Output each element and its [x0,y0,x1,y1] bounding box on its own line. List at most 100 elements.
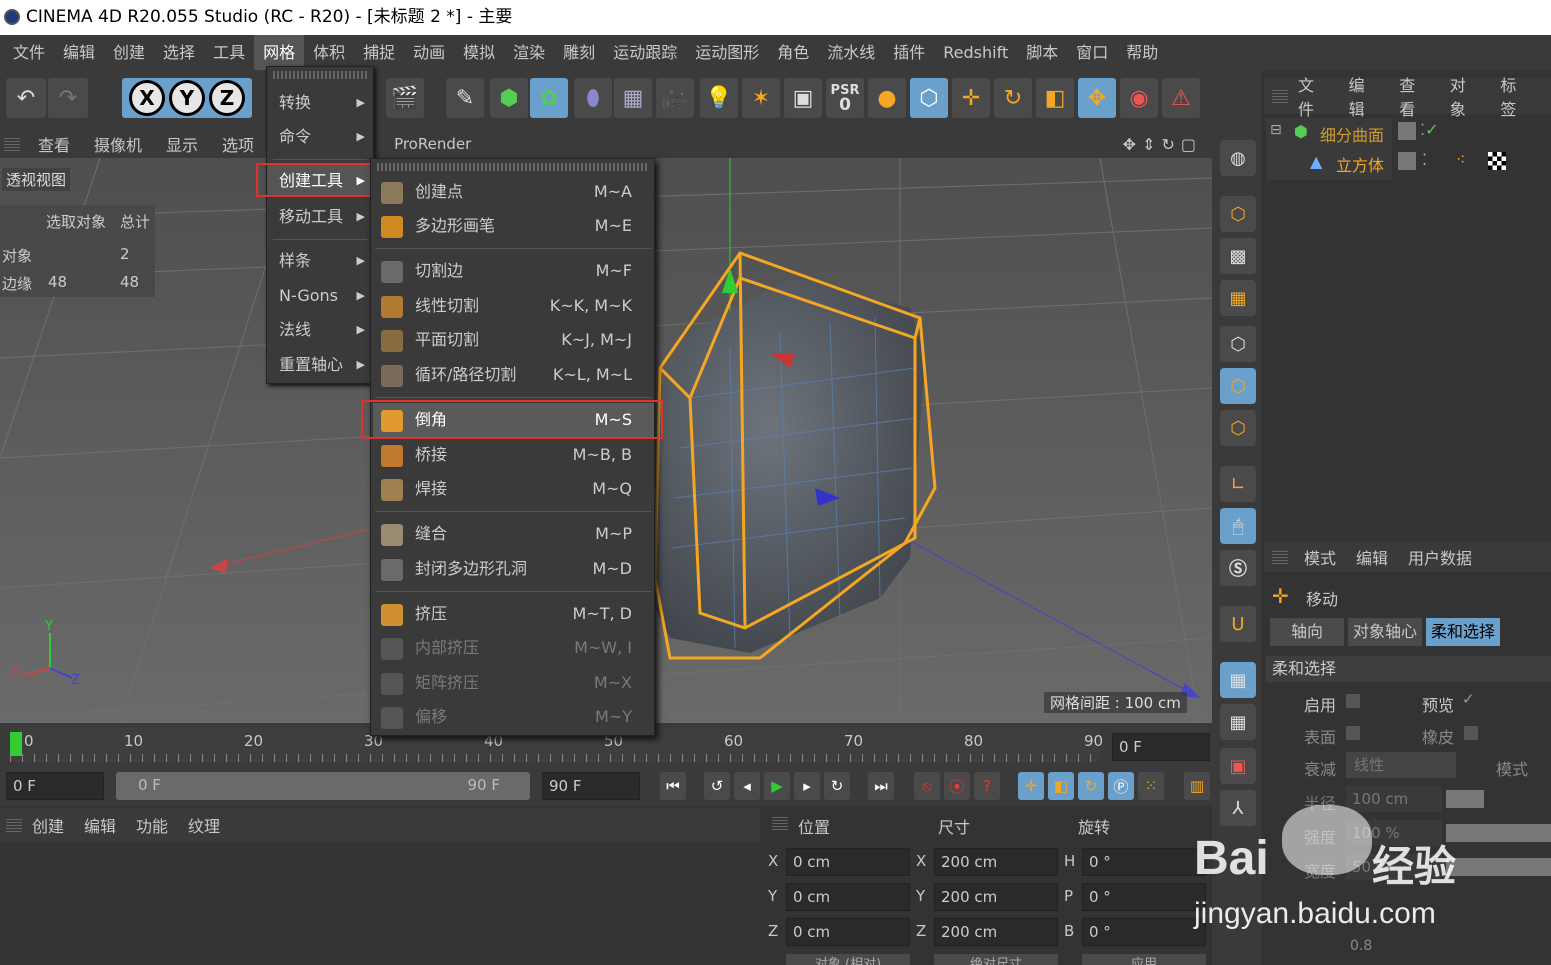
polygons-mode-icon[interactable]: ⬡ [1220,410,1256,446]
visibility-dots-icon[interactable]: ⁚ [1422,150,1427,169]
y-axis-lock-icon[interactable]: Y [169,80,205,116]
tearoff-handle[interactable] [273,71,367,79]
workplane-align-icon[interactable]: ▦ [1220,704,1256,740]
coord-size-z-field[interactable]: 200 cm [934,918,1058,946]
playhead[interactable] [10,732,22,756]
z-axis-lock-icon[interactable]: Z [209,80,245,116]
menu-script[interactable]: 脚本 [1017,35,1067,70]
autokey-icon[interactable]: ⦿ [944,772,970,800]
end-frame-field[interactable]: 90 F [542,772,640,800]
tool-loop-path-cut[interactable]: 循环/路径切割 K~L, M~L [373,358,654,392]
tweak-mode-icon[interactable]: 🖱 [1220,508,1256,544]
prev-frame-icon[interactable]: ◂ [734,772,760,800]
tool-weld[interactable]: 焊接 M~Q [373,472,654,506]
current-frame-field[interactable]: 0 F [1112,733,1210,761]
tool-close-polygon-hole[interactable]: 封闭多边形孔洞 M~D [373,552,654,586]
menu-pipeline[interactable]: 流水线 [818,35,884,70]
camera-icon[interactable]: 🎥 [656,78,694,118]
mesh-menu-normals[interactable]: 法线 ▶ [267,314,373,346]
tool-create-point[interactable]: 创建点 M~A [373,175,654,209]
tool-polygon-pen[interactable]: 多边形画笔 M~E [373,209,654,243]
menu-file[interactable]: 文件 [4,35,54,70]
menu-character[interactable]: 角色 [768,35,818,70]
coord-pos-x-field[interactable]: 0 cm [786,848,910,876]
next-key-icon[interactable]: ↻ [824,772,850,800]
mat-menu-create[interactable]: 创建 [32,813,64,837]
attr-menu-userdata[interactable]: 用户数据 [1408,545,1472,569]
key-rotation-icon[interactable]: ↻ [1078,772,1104,800]
solo-icon[interactable]: Ⓢ [1220,550,1256,586]
keyframe-selection-icon[interactable]: ? [974,772,1000,800]
render-settings-icon[interactable]: 🎬 [386,78,424,118]
prev-key-icon[interactable]: ↺ [704,772,730,800]
timeline-window-icon[interactable]: ▥ [1184,772,1210,800]
tree-expand-icon[interactable]: ⊟ [1270,122,1282,138]
tearoff-handle[interactable] [377,163,649,171]
goto-end-icon[interactable]: ⏭ [868,772,894,800]
menu-mograph[interactable]: 运动图形 [686,35,768,70]
tool-edge-cut[interactable]: 切割边 M~F [373,254,654,288]
menu-sculpt[interactable]: 雕刻 [554,35,604,70]
menu-simulate[interactable]: 模拟 [454,35,504,70]
psr-button[interactable]: PSR 0 [826,78,864,118]
sketch-icon[interactable]: ✶ [742,78,780,118]
menu-create[interactable]: 创建 [104,35,154,70]
coord-size-y-field[interactable]: 200 cm [934,883,1058,911]
floor-icon[interactable]: ▦ [614,78,652,118]
picture-viewer-icon[interactable]: ▣ [784,78,822,118]
material-tag-icon[interactable] [1488,152,1506,170]
recent-tools-icon[interactable]: ⚠ [1162,78,1200,118]
layer-icon[interactable] [1398,122,1416,140]
viewport-nav-icons[interactable]: ✥⇕↻▢ [1123,135,1202,154]
scale-icon[interactable]: ◧ [1036,78,1074,118]
mesh-menu-reset-axis[interactable]: 重置轴心 ▶ [267,349,373,381]
menu-window[interactable]: 窗口 [1067,35,1117,70]
workplane-lock-icon[interactable]: ▦ [1220,662,1256,698]
snap-icon[interactable]: ● [868,78,906,118]
menu-animate[interactable]: 动画 [404,35,454,70]
menu-edit[interactable]: 编辑 [54,35,104,70]
texture-mode-icon[interactable]: ▩ [1220,238,1256,274]
attr-enable-checkbox[interactable] [1346,694,1360,708]
objmgr-menu-view[interactable]: 查看 [1399,72,1428,120]
menu-motion-tracking[interactable]: 运动跟踪 [604,35,686,70]
mesh-menu-commands[interactable]: 命令 ▶ [267,121,373,153]
mesh-menu-convert[interactable]: 转换 ▶ [267,87,373,119]
menu-help[interactable]: 帮助 [1117,35,1167,70]
attr-preview-check-icon[interactable]: ✓ [1462,690,1475,708]
menu-tools[interactable]: 工具 [204,35,254,70]
tool-matrix-extrude[interactable]: 矩阵挤压 M~X [373,666,654,700]
cube-object-icon[interactable]: ⬡ [910,78,948,118]
key-parameter-icon[interactable]: Ⓟ [1108,772,1134,800]
attr-menu-edit[interactable]: 编辑 [1356,545,1388,569]
objmgr-menu-edit[interactable]: 编辑 [1349,72,1378,120]
phong-tag-icon[interactable]: ⁖ [1456,150,1465,169]
start-frame-field[interactable]: 0 F [6,772,104,800]
attr-tab-soft-selection[interactable]: 柔和选择 [1426,618,1500,646]
object-item-subdivision[interactable]: 细分曲面 [1320,122,1384,146]
tool-line-cut[interactable]: 线性切割 K~K, M~K [373,289,654,323]
viewport-menu-view[interactable]: 查看 [26,132,82,156]
tool-offset[interactable]: 偏移 M~Y [373,700,654,734]
points-mode-icon[interactable]: ⬡ [1220,326,1256,362]
layout-sphere-icon[interactable]: ◍ [1220,140,1256,176]
play-icon[interactable]: ▶ [764,772,790,800]
coord-mode-select[interactable]: 对象 (相对) [786,954,910,965]
tool-bridge[interactable]: 桥接 M~B, B [373,438,654,472]
objmgr-menu-objects[interactable]: 对象 [1450,72,1479,120]
menu-select[interactable]: 选择 [154,35,204,70]
rotate-icon[interactable]: ↻ [994,78,1032,118]
pen-spline-icon[interactable]: ✎ [446,78,484,118]
next-frame-icon[interactable]: ▸ [794,772,820,800]
coord-pos-z-field[interactable]: 0 cm [786,918,910,946]
menu-render[interactable]: 渲染 [504,35,554,70]
mat-menu-function[interactable]: 功能 [136,813,168,837]
model-mode-icon[interactable]: ⬡ [1220,196,1256,232]
objmgr-menu-tags[interactable]: 标签 [1500,72,1529,120]
attr-tab-object-axis[interactable]: 对象轴心 [1348,618,1422,646]
axis-mode-icon[interactable]: ∟ [1220,466,1256,502]
edges-mode-icon[interactable]: ⬡ [1220,368,1256,404]
viewport-menu-options[interactable]: 选项 [210,132,266,156]
undo-icon[interactable]: ↶ [6,78,46,118]
key-scale-icon[interactable]: ◧ [1048,772,1074,800]
